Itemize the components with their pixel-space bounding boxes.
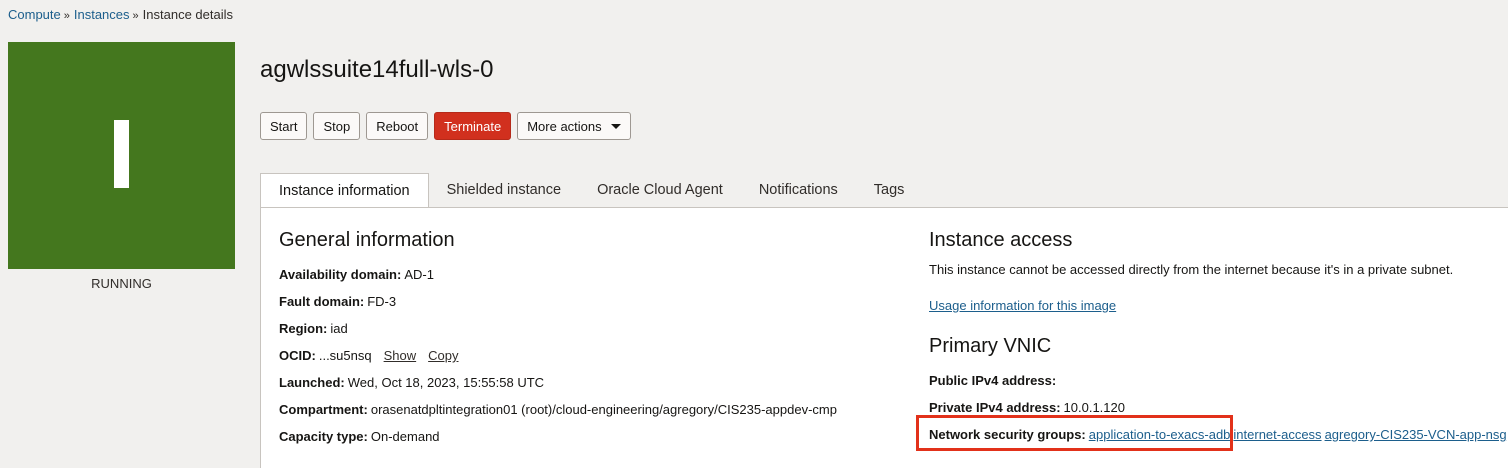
availability-domain-row: Availability domain: AD-1 xyxy=(279,267,434,282)
launched-row: Launched: Wed, Oct 18, 2023, 15:55:58 UTC xyxy=(279,375,544,390)
region-label: Region: xyxy=(279,321,328,336)
compartment-label: Compartment: xyxy=(279,402,368,417)
capacity-type-label: Capacity type: xyxy=(279,429,368,444)
region-row: Region: iad xyxy=(279,321,348,336)
usage-information-link[interactable]: Usage information for this image xyxy=(929,298,1116,313)
instance-access-description: This instance cannot be accessed directl… xyxy=(929,262,1454,277)
breadcrumb-separator: » xyxy=(63,10,70,22)
breadcrumb-separator: » xyxy=(132,10,139,22)
primary-vnic-title: Primary VNIC xyxy=(929,335,1052,357)
breadcrumb-instances-link[interactable]: Instances xyxy=(74,7,130,22)
breadcrumb-current: Instance details xyxy=(142,7,233,22)
nsg-link-internet-access[interactable]: internet-access xyxy=(1233,427,1321,442)
private-ipv4-label: Private IPv4 address: xyxy=(929,400,1061,415)
more-actions-button[interactable]: More actions xyxy=(517,112,631,140)
capacity-type-value: On-demand xyxy=(370,429,440,444)
availability-domain-value: AD-1 xyxy=(404,267,434,282)
reboot-button[interactable]: Reboot xyxy=(366,112,429,140)
highlight-annotation-box xyxy=(916,415,1233,451)
tab-bar: Instance information Shielded instance O… xyxy=(260,173,923,209)
ocid-label: OCID: xyxy=(279,348,316,363)
tab-oracle-cloud-agent[interactable]: Oracle Cloud Agent xyxy=(579,173,741,208)
fault-domain-value: FD-3 xyxy=(367,294,397,309)
page-title: agwlssuite14full-wls-0 xyxy=(260,56,494,83)
tab-instance-information[interactable]: Instance information xyxy=(260,173,429,209)
availability-domain-label: Availability domain: xyxy=(279,267,402,282)
tab-notifications[interactable]: Notifications xyxy=(741,173,856,208)
start-button[interactable]: Start xyxy=(260,112,308,140)
nsg-link-agregory-cis235-vcn-app-nsg[interactable]: agregory-CIS235-VCN-app-nsg xyxy=(1325,427,1507,442)
stop-button[interactable]: Stop xyxy=(313,112,361,140)
ocid-copy-link[interactable]: Copy xyxy=(428,348,458,363)
launched-label: Launched: xyxy=(279,375,345,390)
instance-state-label: RUNNING xyxy=(91,276,152,291)
compartment-row: Compartment: orasenatdpltintegration01 (r… xyxy=(279,402,837,417)
private-ipv4-row: Private IPv4 address: 10.0.1.120 xyxy=(929,400,1125,415)
breadcrumb: Compute» Instances» Instance details xyxy=(8,7,233,22)
fault-domain-label: Fault domain: xyxy=(279,294,365,309)
compartment-value: orasenatdpltintegration01 (root)/cloud-e… xyxy=(370,402,837,417)
action-toolbar: Start Stop Reboot Terminate More actions xyxy=(260,112,631,140)
region-value: iad xyxy=(330,321,348,336)
instance-letter-icon xyxy=(114,120,129,188)
ocid-show-link[interactable]: Show xyxy=(384,348,417,363)
launched-value: Wed, Oct 18, 2023, 15:55:58 UTC xyxy=(347,375,545,390)
fault-domain-row: Fault domain: FD-3 xyxy=(279,294,396,309)
breadcrumb-compute-link[interactable]: Compute xyxy=(8,7,61,22)
public-ipv4-row: Public IPv4 address: xyxy=(929,373,1059,388)
capacity-type-row: Capacity type: On-demand xyxy=(279,429,440,444)
tab-tags[interactable]: Tags xyxy=(856,173,923,208)
public-ipv4-label: Public IPv4 address: xyxy=(929,373,1057,388)
instance-access-title: Instance access xyxy=(929,229,1073,251)
caret-down-icon xyxy=(610,123,621,129)
tab-shielded-instance[interactable]: Shielded instance xyxy=(429,173,579,208)
private-ipv4-value: 10.0.1.120 xyxy=(1063,400,1125,415)
ocid-value: ...su5nsq xyxy=(318,348,372,363)
ocid-row: OCID: ...su5nsq Show Copy xyxy=(279,348,459,363)
terminate-button[interactable]: Terminate xyxy=(434,112,512,140)
general-information-title: General information xyxy=(279,229,455,251)
more-actions-label: More actions xyxy=(527,118,602,134)
